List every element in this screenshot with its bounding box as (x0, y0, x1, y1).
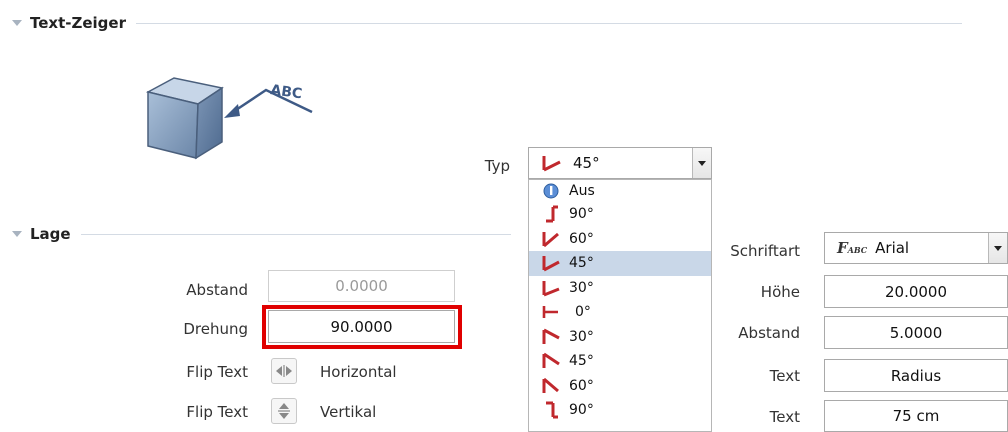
dropdown-item[interactable]: 0° (529, 300, 711, 325)
abstand-input[interactable]: 0.0000 (268, 270, 455, 302)
dropdown-item[interactable]: 45° (529, 349, 711, 374)
drehung-label: Drehung (183, 320, 248, 338)
dropdown-item[interactable]: 60° (529, 227, 711, 252)
typ-dropdown-list[interactable]: Aus 90° 60° 45° 30° 0° 30° 45° 60° 90° (528, 179, 712, 432)
text1-input[interactable]: Radius (824, 359, 1008, 392)
drehung-input[interactable]: 90.0000 (268, 310, 455, 343)
flip-vertical-icon (278, 403, 290, 419)
dropdown-item[interactable]: 30° (529, 276, 711, 301)
leader-30-down-icon (542, 328, 560, 344)
dropdown-item-selected[interactable]: 45° (529, 251, 711, 276)
typ-label: Typ (484, 157, 510, 175)
leader-60-down-icon (542, 377, 559, 393)
dropdown-item[interactable]: 60° (529, 374, 711, 399)
leader-60-icon (542, 231, 559, 247)
dropdown-item[interactable]: Aus (529, 180, 711, 202)
text2-label: Text (769, 408, 800, 426)
flip-horizontal-icon (276, 365, 292, 377)
dropdown-item[interactable]: 90° (529, 202, 711, 227)
flip-vertical-button[interactable] (271, 398, 297, 424)
leader-90-down-icon (546, 401, 558, 419)
schriftart-value: Arial (875, 239, 910, 257)
schriftart-label: Schriftart (730, 242, 800, 260)
schrift-abstand-input[interactable]: 5.0000 (824, 316, 1008, 349)
font-icon: FABC (837, 239, 868, 257)
collapse-arrow-icon[interactable] (12, 231, 22, 237)
flip-horizontal-button[interactable] (271, 358, 297, 384)
schrift-abstand-label: Abstand (738, 324, 800, 342)
flip-vertical-text: Vertikal (320, 403, 377, 421)
leader-45-icon (542, 156, 561, 172)
text-pointer-illustration: ABC (140, 74, 330, 164)
leader-0-icon (542, 306, 558, 319)
flip-horizontal-text: Horizontal (320, 363, 397, 381)
dropdown-item[interactable]: 30° (529, 325, 711, 350)
text1-label: Text (769, 367, 800, 385)
off-icon (543, 183, 559, 199)
schriftart-select[interactable]: FABC Arial (824, 232, 1008, 264)
leader-45-icon (542, 256, 560, 272)
flip-text-vertical-label: Flip Text (186, 403, 248, 421)
collapse-arrow-icon[interactable] (12, 20, 22, 26)
section-title: Lage (30, 225, 71, 243)
chevron-down-icon[interactable] (692, 148, 711, 178)
hoehe-label: Höhe (760, 283, 800, 301)
section-header-text-zeiger[interactable]: Text-Zeiger (12, 14, 1007, 32)
flip-text-horizontal-label: Flip Text (186, 363, 248, 381)
hoehe-input[interactable]: 20.0000 (824, 275, 1008, 308)
text2-input[interactable]: 75 cm (824, 400, 1008, 432)
section-header-lage[interactable]: Lage (12, 225, 528, 243)
abstand-label: Abstand (186, 281, 248, 299)
section-title: Text-Zeiger (30, 14, 126, 32)
leader-90-icon (546, 205, 558, 223)
dropdown-item[interactable]: 90° (529, 398, 711, 423)
leader-45-down-icon (542, 353, 560, 369)
typ-select[interactable]: 45° (528, 147, 712, 179)
leader-30-icon (542, 280, 560, 297)
chevron-down-icon[interactable] (988, 233, 1007, 263)
section-divider (135, 22, 962, 24)
section-divider (80, 233, 511, 235)
typ-selected-value: 45° (573, 154, 600, 172)
abc-label: ABC (269, 82, 303, 102)
